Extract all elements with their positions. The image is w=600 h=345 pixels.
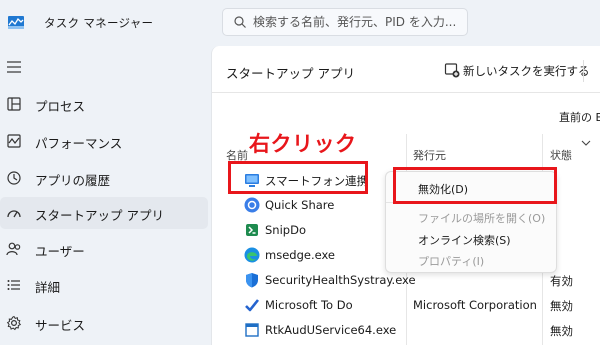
startup-speedometer-icon	[7, 210, 21, 218]
row-name: SecurityHealthSystray.exe	[265, 273, 416, 287]
sidebar-item-startup-apps[interactable]: スタートアップ アプリ	[0, 197, 208, 229]
right-click-annotation: 右クリック	[249, 132, 357, 156]
sidebar-item-label: アプリの履歴	[35, 173, 111, 188]
sidebar-item-label: 詳細	[35, 280, 61, 295]
title-bar: タスク マネージャー	[0, 0, 600, 46]
users-icon	[6, 242, 21, 256]
row-name: RtkAudUService64.exe	[265, 323, 397, 337]
sidebar-item-label: ユーザー	[35, 244, 85, 259]
sidebar-item-label: プロセス	[35, 99, 86, 114]
search-box[interactable]	[222, 8, 468, 36]
last-bios-time-label: 直前の BI	[559, 111, 600, 124]
quick-share-icon	[244, 197, 260, 213]
task-manager-logo-icon	[8, 16, 24, 29]
row-name: msedge.exe	[265, 248, 335, 262]
menu-item-search-online[interactable]: オンライン検索(S)	[418, 232, 511, 248]
menu-item-properties[interactable]: プロパティ(I)	[418, 253, 484, 269]
snipdo-icon	[246, 224, 258, 236]
sidebar-item-label: パフォーマンス	[35, 136, 123, 151]
row-status: 無効	[550, 324, 573, 338]
new-task-icon	[444, 63, 460, 78]
todo-check-icon	[245, 299, 260, 312]
sidebar-item-app-history[interactable]: アプリの履歴	[0, 162, 208, 194]
edge-icon	[244, 247, 260, 263]
sidebar-item-performance[interactable]: パフォーマンス	[0, 125, 208, 157]
annotation-highlight-box	[393, 167, 557, 204]
row-status: 有効	[550, 274, 573, 288]
row-name: SnipDo	[265, 223, 306, 237]
row-publisher: Microsoft Corporation	[413, 298, 537, 312]
table-row[interactable]: Microsoft To Do Microsoft Corporation 無効	[212, 293, 600, 318]
sidebar-item-label: スタートアップ アプリ	[35, 208, 164, 223]
grid-icon	[7, 97, 21, 111]
shield-icon	[246, 273, 258, 288]
column-header-publisher[interactable]: 発行元	[413, 147, 446, 163]
row-status: 無効	[550, 299, 573, 313]
toolbar-divider	[583, 60, 584, 82]
table-row[interactable]: RtkAudUService64.exe 無効	[212, 318, 600, 343]
sidebar-item-details[interactable]: 詳細	[0, 269, 208, 301]
app-title: タスク マネージャー	[44, 16, 154, 30]
sort-chevron-icon[interactable]	[581, 139, 591, 147]
services-gear-icon	[6, 315, 22, 331]
sidebar-item-users[interactable]: ユーザー	[0, 233, 208, 265]
search-input[interactable]	[253, 12, 465, 32]
column-header-status[interactable]: 状態	[550, 147, 572, 163]
row-name: Quick Share	[265, 198, 335, 212]
page-title: スタートアップ アプリ	[226, 66, 355, 81]
sidebar-item-processes[interactable]: プロセス	[0, 88, 208, 120]
run-new-task-label: 新しいタスクを実行する	[463, 64, 590, 78]
sidebar: プロセス パフォーマンス アプリの履歴 スタートアップ アプリ ユーザー 詳細 …	[0, 46, 211, 345]
performance-chart-icon	[7, 134, 21, 148]
app-window-icon	[245, 323, 259, 337]
hamburger-menu-icon[interactable]	[6, 60, 22, 74]
sidebar-item-label: サービス	[35, 318, 86, 333]
details-list-icon	[7, 280, 20, 290]
row-name: Microsoft To Do	[265, 298, 353, 312]
history-icon	[7, 171, 21, 185]
search-icon	[234, 16, 246, 28]
annotation-highlight-box	[228, 161, 368, 194]
menu-item-open-file-location[interactable]: ファイルの場所を開く(O)	[418, 210, 545, 226]
sidebar-item-services[interactable]: サービス	[0, 307, 208, 339]
header-divider	[212, 92, 600, 93]
